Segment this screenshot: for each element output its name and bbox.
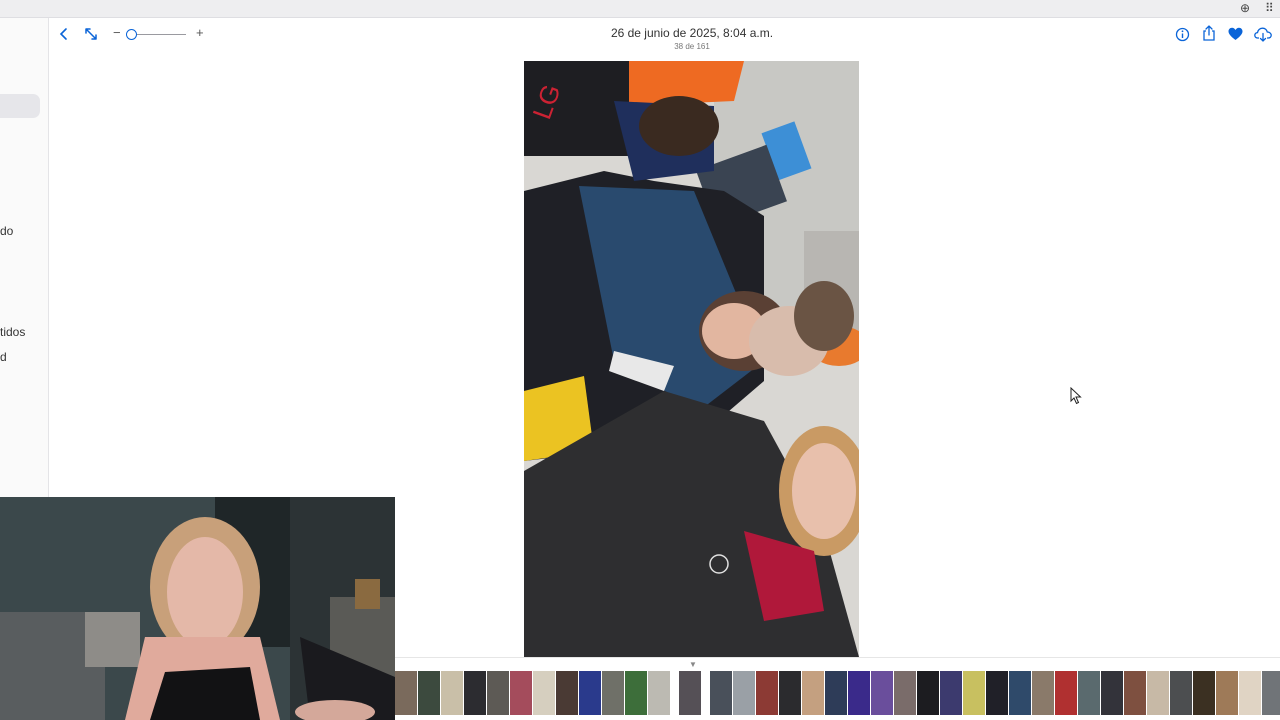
filmstrip-thumbnail[interactable] — [1032, 671, 1054, 715]
filmstrip-thumbnail[interactable] — [533, 671, 555, 715]
filmstrip-thumbnail[interactable] — [625, 671, 647, 715]
mouse-cursor — [1070, 387, 1082, 405]
sidebar: do tidos d — [0, 18, 49, 498]
zoom-out-button[interactable]: − — [113, 26, 121, 40]
filmstrip-thumbnail[interactable] — [1009, 671, 1031, 715]
sidebar-item-label[interactable]: tidos — [0, 325, 25, 339]
filmstrip-thumbnail[interactable] — [894, 671, 916, 715]
filmstrip-thumbnail[interactable] — [1239, 671, 1261, 715]
photo-date-title: 26 de junio de 2025, 8:04 a.m. — [610, 26, 774, 40]
filmstrip-thumbnail[interactable] — [1055, 671, 1077, 715]
filmstrip-thumbnail[interactable] — [1170, 671, 1192, 715]
photo-position-counter: 38 de 161 — [674, 42, 710, 51]
filmstrip-thumbnail[interactable] — [1262, 671, 1280, 715]
main-photo[interactable]: LG — [524, 61, 859, 657]
filmstrip-thumbnail[interactable] — [733, 671, 755, 715]
grid-dots-icon[interactable]: ⠿ — [1265, 1, 1274, 15]
zoom-in-button[interactable]: + — [196, 26, 204, 40]
filmstrip-thumbnail[interactable] — [1101, 671, 1123, 715]
filmstrip: ▼ — [395, 657, 1280, 720]
filmstrip-thumbnail[interactable] — [917, 671, 939, 715]
filmstrip-thumbnail[interactable] — [556, 671, 578, 715]
filmstrip-thumbnail[interactable] — [963, 671, 985, 715]
heart-icon[interactable] — [1228, 27, 1243, 41]
filmstrip-thumbnail-current[interactable] — [679, 671, 701, 715]
sidebar-item-label[interactable]: do — [0, 224, 13, 238]
cloud-download-icon[interactable] — [1254, 27, 1272, 42]
filmstrip-thumbnail[interactable] — [579, 671, 601, 715]
filmstrip-thumbnail[interactable] — [1124, 671, 1146, 715]
filmstrip-thumbnail[interactable] — [871, 671, 893, 715]
photos-app-window: ⊕ ⠿ do tidos d − + 26 de junio de 2025, … — [0, 0, 1280, 720]
filmstrip-thumbnail[interactable] — [1216, 671, 1238, 715]
filmstrip-thumbnail[interactable] — [441, 671, 463, 715]
chevron-left-icon[interactable] — [58, 27, 70, 41]
info-icon[interactable] — [1175, 27, 1190, 42]
plus-circle-icon[interactable]: ⊕ — [1240, 1, 1250, 15]
zoom-slider-thumb[interactable] — [126, 29, 137, 40]
filmstrip-thumbnail[interactable] — [825, 671, 847, 715]
filmstrip-thumbnail[interactable] — [1147, 671, 1169, 715]
expand-arrows-icon[interactable] — [84, 27, 98, 41]
current-position-marker: ▼ — [689, 660, 697, 669]
filmstrip-thumbnail[interactable] — [510, 671, 532, 715]
webcam-overlay — [0, 497, 395, 720]
filmstrip-thumbnail[interactable] — [802, 671, 824, 715]
sidebar-selected-item[interactable] — [0, 94, 40, 118]
sidebar-item-label[interactable]: d — [0, 350, 7, 364]
filmstrip-thumbnail[interactable] — [1078, 671, 1100, 715]
filmstrip-thumbnail[interactable] — [464, 671, 486, 715]
filmstrip-thumbnail[interactable] — [940, 671, 962, 715]
filmstrip-thumbnail[interactable] — [848, 671, 870, 715]
browser-top-bar: ⊕ ⠿ — [0, 0, 1280, 18]
filmstrip-thumbnail[interactable] — [779, 671, 801, 715]
filmstrip-thumbnail[interactable] — [756, 671, 778, 715]
share-icon[interactable] — [1202, 25, 1216, 42]
filmstrip-thumbnail[interactable] — [487, 671, 509, 715]
filmstrip-thumbnails — [395, 671, 1280, 715]
filmstrip-thumbnail[interactable] — [710, 671, 732, 715]
filmstrip-thumbnail[interactable] — [648, 671, 670, 715]
filmstrip-thumbnail[interactable] — [418, 671, 440, 715]
filmstrip-thumbnail[interactable] — [395, 671, 417, 715]
filmstrip-thumbnail[interactable] — [986, 671, 1008, 715]
filmstrip-thumbnail[interactable] — [1193, 671, 1215, 715]
filmstrip-thumbnail[interactable] — [602, 671, 624, 715]
